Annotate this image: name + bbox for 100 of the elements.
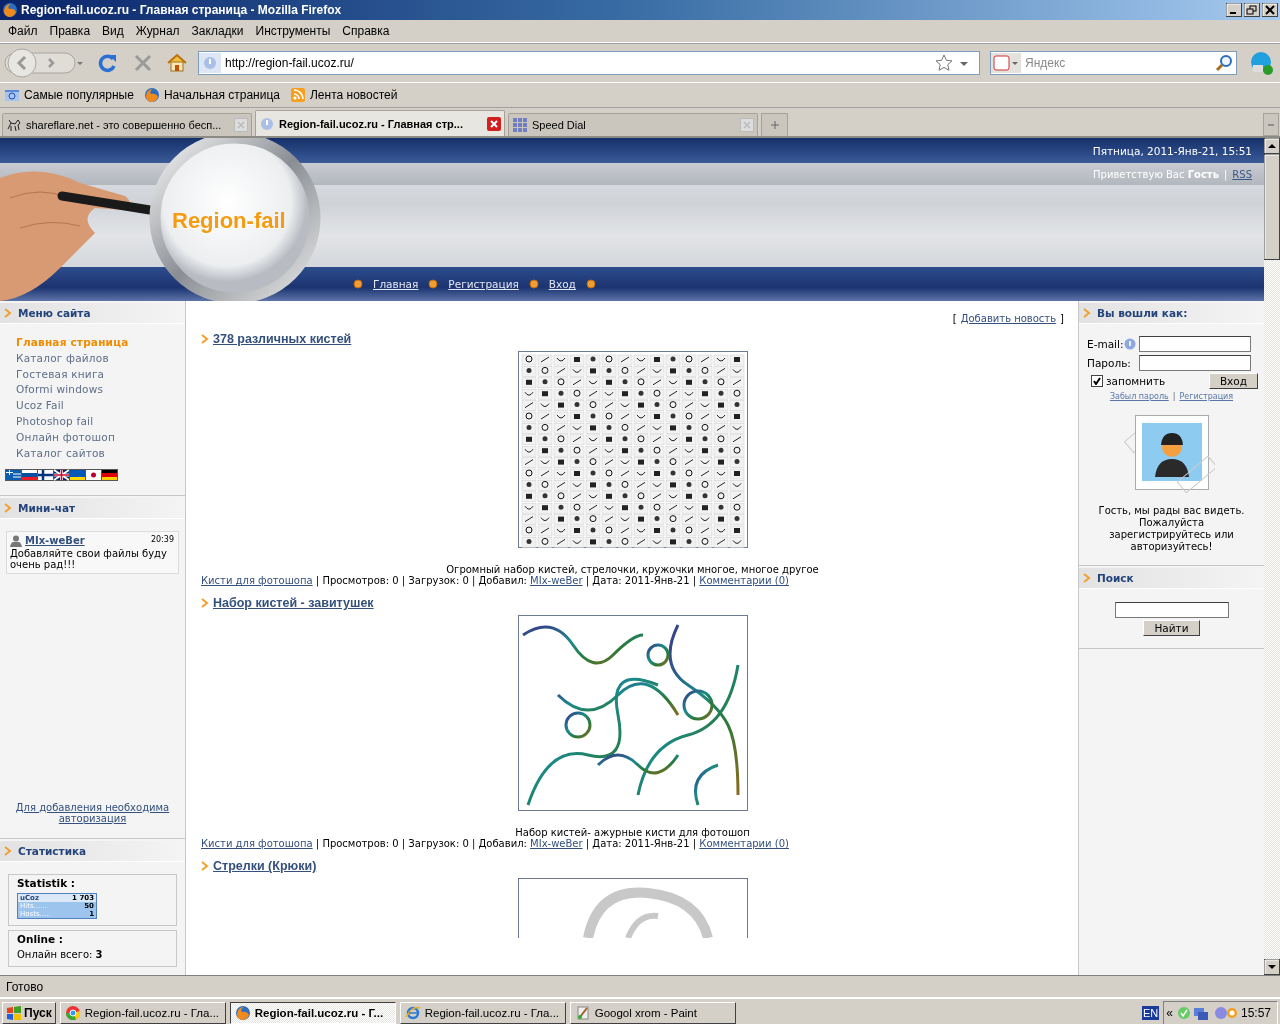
checkbox[interactable]: [1091, 375, 1103, 387]
search-button[interactable]: Найти: [1143, 620, 1200, 636]
nav-link[interactable]: Главная: [373, 278, 419, 290]
menu-link[interactable]: Каталог сайтов: [16, 446, 185, 459]
bookmark-link[interactable]: Лента новостей: [310, 88, 398, 102]
star-icon[interactable]: [935, 54, 953, 72]
home-icon[interactable]: [166, 52, 188, 74]
bookmark-link[interactable]: Начальная страница: [163, 88, 280, 102]
minimize-button[interactable]: [1226, 3, 1242, 17]
windows-logo-icon: [6, 1006, 22, 1020]
menu-item[interactable]: Правка: [43, 22, 97, 40]
panel-title: Online :: [17, 932, 65, 945]
browser-tab[interactable]: Region-fail.ucoz.ru - Главная стр...: [255, 110, 505, 136]
language-indicator[interactable]: EN: [1142, 1006, 1160, 1020]
menu-item[interactable]: Вид: [96, 22, 130, 40]
menu-link[interactable]: Photoshop fail: [16, 415, 185, 427]
taskbar-button[interactable]: Region-fail.ucoz.ru - Гла...: [59, 1002, 226, 1024]
show-hidden-icons-button[interactable]: «: [1166, 1006, 1173, 1020]
post-meta: Кисти для фотошопа | Просмотров: 0 | Загрузок: 0 | Добавил: MIx-weBer | Дата: 2011-Янв-21 | Комментарии (0): [201, 838, 790, 849]
site-search-field[interactable]: [1114, 602, 1229, 618]
meta-link[interactable]: Кисти для фотошопа: [201, 838, 313, 849]
flag-icon[interactable]: [101, 468, 118, 481]
bullet-icon: [585, 279, 596, 289]
nav-link[interactable]: Вход: [548, 278, 576, 290]
address-bar[interactable]: http://region-fail.ucoz.ru/: [198, 51, 980, 75]
fox-icon: [234, 1005, 251, 1021]
date-time-text: Пятница, 2011-Янв-21, 15:51: [1092, 144, 1252, 157]
window-title: Region-fail.ucoz.ru - Главная страница - Mozilla Firefox: [21, 3, 343, 17]
scroll-up-button[interactable]: [1264, 138, 1280, 154]
clock-text: 15:57: [1240, 1006, 1271, 1020]
bookmark-link[interactable]: Самые популярные: [24, 88, 134, 102]
bracket-text: ]: [1060, 313, 1064, 324]
search-icon[interactable]: [1215, 54, 1233, 72]
scrollbar-thumb[interactable]: [1264, 154, 1280, 260]
flag-icon[interactable]: [69, 468, 86, 481]
menu-item[interactable]: Справка: [336, 22, 396, 40]
forgot-password-link[interactable]: Забыл пароль: [1109, 392, 1169, 401]
restore-button[interactable]: [1244, 3, 1260, 17]
rss-link[interactable]: RSS: [1232, 168, 1252, 180]
nav-link[interactable]: Регистрация: [448, 278, 519, 290]
bracket-text: [: [952, 313, 957, 324]
add-news-link[interactable]: Добавить новость: [960, 313, 1057, 324]
menu-link[interactable]: Онлайн фотошоп: [16, 430, 185, 443]
post-title-link[interactable]: Набор кистей - завитушек: [213, 596, 374, 610]
person-icon: [10, 534, 22, 547]
close-icon[interactable]: [487, 116, 501, 131]
message-time: 20:39: [150, 534, 174, 544]
start-button[interactable]: Пуск: [2, 1002, 56, 1024]
separator-text: |: [1223, 168, 1228, 180]
scroll-down-button[interactable]: [1264, 959, 1280, 975]
taskbar-button[interactable]: Region-fail.ucoz.ru - Г...: [229, 1002, 396, 1024]
menu-link[interactable]: Каталог файлов: [16, 351, 185, 364]
post-title-link[interactable]: Стрелки (Крюки): [213, 859, 317, 873]
search-bar[interactable]: Яндекс: [990, 51, 1237, 75]
browser-tab[interactable]: shareflare.net - это совершенно бесп...: [2, 113, 252, 136]
flag-icon[interactable]: [21, 468, 38, 481]
wheel-icon: [64, 1005, 81, 1021]
menu-link[interactable]: Ucoz Fail: [16, 399, 185, 412]
close-button[interactable]: [1262, 3, 1278, 17]
post-caption: Набор кистей- ажурные кисти для фотошоп: [515, 827, 750, 838]
plus-icon: [769, 120, 780, 130]
search-engine-icon[interactable]: [991, 53, 1021, 73]
login-button[interactable]: Вход: [1208, 373, 1258, 389]
flag-icon[interactable]: [85, 468, 102, 481]
separator-text: |: [1172, 392, 1176, 401]
chevron-icon: [201, 598, 209, 608]
menu-item[interactable]: Закладки: [185, 22, 250, 40]
register-link[interactable]: Регистрация: [1179, 392, 1234, 401]
meta-link[interactable]: Кисти для фотошопа: [201, 575, 313, 586]
author-link[interactable]: MIx-weBer: [25, 535, 85, 547]
meta-link[interactable]: MIx-weBer: [530, 838, 583, 849]
menu-link[interactable]: Oformi windows: [16, 383, 185, 396]
message-text: Добавляйте свои файлы буду очень рад!!!: [10, 547, 168, 570]
status-icon[interactable]: [1249, 51, 1273, 75]
login-required-link[interactable]: Для добавления необходима авторизация: [0, 801, 185, 824]
chevron-icon: [1083, 308, 1091, 318]
menu-link[interactable]: Гостевая книга: [16, 367, 185, 380]
flag-icon[interactable]: [5, 468, 22, 481]
flag-icon[interactable]: [37, 468, 54, 481]
browser-tab[interactable]: Speed Dial: [508, 113, 758, 136]
checkbox-label: запомнить: [1106, 375, 1166, 387]
address-field[interactable]: http://region-fail.ucoz.ru/: [225, 56, 931, 70]
taskbar-button[interactable]: Region-fail.ucoz.ru - Гла...: [399, 1002, 566, 1024]
site-identity-icon: [259, 115, 275, 132]
block-header: Статистика: [0, 840, 185, 862]
check-icon: [1093, 377, 1101, 385]
post-caption: Огромный набор кистей, стрелочки, кружочки многое, многое другое: [446, 564, 820, 575]
meta-link[interactable]: Комментарии (0): [699, 575, 789, 586]
taskbar-button[interactable]: Googol xrom - Paint: [569, 1002, 736, 1024]
email-field[interactable]: [1139, 336, 1252, 352]
password-field[interactable]: [1139, 355, 1252, 371]
meta-link[interactable]: MIx-weBer: [530, 575, 583, 586]
post-title-link[interactable]: 378 различных кистей: [213, 332, 352, 346]
reload-icon[interactable]: [96, 52, 118, 74]
paint-brush-icon: [574, 1005, 591, 1021]
menu-item[interactable]: Журнал: [129, 22, 186, 40]
block-header: Мини-чат: [0, 497, 185, 519]
menu-item[interactable]: Инструменты: [249, 22, 337, 40]
menu-item[interactable]: Файл: [2, 22, 44, 40]
meta-link[interactable]: Комментарии (0): [699, 838, 789, 849]
